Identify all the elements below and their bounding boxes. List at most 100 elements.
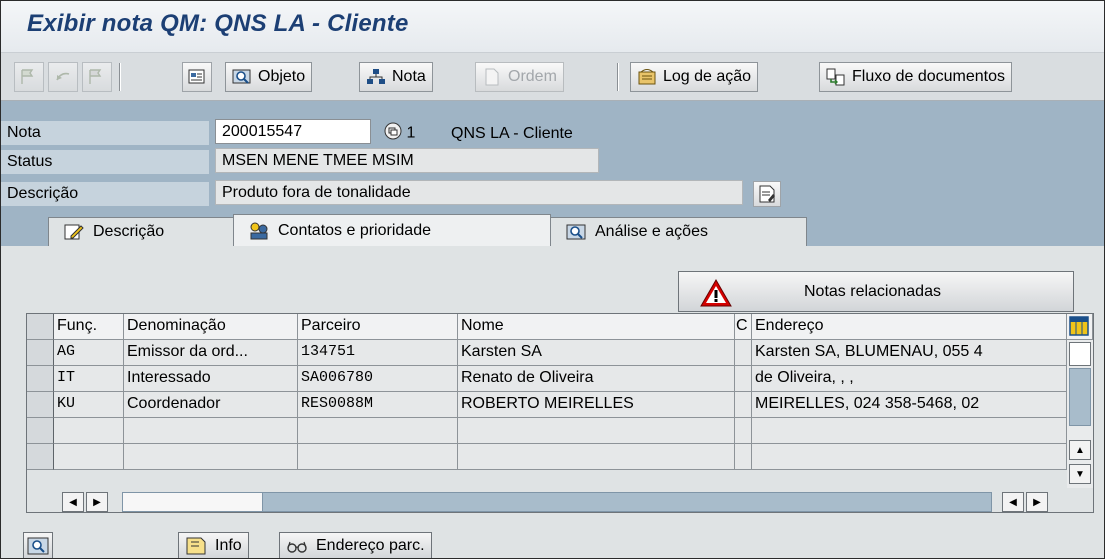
- column-header-nome[interactable]: Nome: [458, 314, 735, 340]
- table-cell[interactable]: KU: [54, 392, 124, 418]
- status-field-label: Status: [1, 150, 209, 175]
- complete-flag-icon[interactable]: [82, 62, 112, 92]
- horizontal-scroll-thumb[interactable]: [123, 493, 263, 511]
- table-row[interactable]: IT Interessado SA006780 Renato de Olivei…: [27, 366, 1093, 392]
- display-object-icon[interactable]: [182, 62, 212, 92]
- row-selector[interactable]: [27, 340, 54, 366]
- warning-icon: [699, 278, 733, 308]
- column-scroll-right-icon[interactable]: ▶: [1026, 492, 1048, 512]
- application-toolbar: Objeto Nota Ordem Log de ação Fluxo de d…: [1, 53, 1104, 101]
- table-cell[interactable]: [298, 418, 458, 444]
- tab-analise-label: Análise e ações: [595, 223, 708, 240]
- flag-icon[interactable]: [14, 62, 44, 92]
- nota-description: QNS LA - Cliente: [451, 125, 573, 142]
- magnifier-icon: [27, 536, 49, 556]
- objeto-button[interactable]: Objeto: [225, 62, 313, 92]
- horizontal-scrollbar[interactable]: [122, 492, 992, 512]
- table-cell[interactable]: Karsten SA: [458, 340, 735, 366]
- scroll-up-icon[interactable]: ▲: [1069, 440, 1091, 460]
- notas-relacionadas-button[interactable]: Notas relacionadas: [678, 271, 1074, 312]
- column-header-c[interactable]: C: [735, 314, 752, 340]
- table-settings-icon[interactable]: [1067, 314, 1093, 340]
- scroll-left-icon[interactable]: ◀: [62, 492, 84, 512]
- row-selector[interactable]: [27, 444, 54, 470]
- log-label: Log de ação: [663, 68, 752, 85]
- table-cell[interactable]: Karsten SA, BLUMENAU, 055 4: [752, 340, 1067, 366]
- table-cell[interactable]: [735, 392, 752, 418]
- status-field: MSEN MENE TMEE MSIM: [215, 148, 599, 173]
- table-cell[interactable]: Coordenador: [124, 392, 298, 418]
- table-cell[interactable]: IT: [54, 366, 124, 392]
- table-cell[interactable]: 134751: [298, 340, 458, 366]
- table-cell[interactable]: MEIRELLES, 024 358-5468, 02: [752, 392, 1067, 418]
- tab-contatos-prioridade[interactable]: Contatos e prioridade: [233, 214, 551, 247]
- table-cell[interactable]: [735, 418, 752, 444]
- vertical-scroll-thumb[interactable]: [1069, 368, 1091, 426]
- title-bar: Exibir nota QM: QNS LA - Cliente: [1, 1, 1104, 53]
- magnifier-icon: [232, 67, 252, 87]
- nota-number-field[interactable]: 200015547: [215, 119, 371, 144]
- table-cell[interactable]: AG: [54, 340, 124, 366]
- column-header-funcao[interactable]: Funç.: [54, 314, 124, 340]
- sap-window: Exibir nota QM: QNS LA - Cliente Objeto …: [0, 0, 1105, 559]
- column-header-parceiro[interactable]: Parceiro: [298, 314, 458, 340]
- table-row[interactable]: AG Emissor da ord... 134751 Karsten SA K…: [27, 340, 1093, 366]
- table-cell[interactable]: [735, 340, 752, 366]
- table-cell[interactable]: RES0088M: [298, 392, 458, 418]
- nota-field-label: Nota: [1, 121, 209, 146]
- table-cell[interactable]: [458, 444, 735, 470]
- window-title: Exibir nota QM: QNS LA - Cliente: [27, 10, 409, 37]
- table-cell[interactable]: [735, 444, 752, 470]
- ordem-button[interactable]: Ordem: [475, 62, 564, 92]
- nota-label: Nota: [392, 68, 426, 85]
- table-cell[interactable]: [735, 366, 752, 392]
- toolbar-separator: [617, 63, 619, 91]
- vertical-scrollbar[interactable]: ▲ ▼: [1067, 340, 1093, 488]
- column-header-endereco[interactable]: Endereço: [752, 314, 1067, 340]
- table-cell[interactable]: [54, 418, 124, 444]
- log-icon: [637, 67, 657, 87]
- table-cell[interactable]: Renato de Oliveira: [458, 366, 735, 392]
- row-selector[interactable]: [27, 366, 54, 392]
- table-cell[interactable]: [752, 444, 1067, 470]
- document-flow-icon: [826, 67, 846, 87]
- tab-descricao[interactable]: Descrição: [48, 217, 234, 246]
- magnifier-icon: [565, 222, 587, 242]
- toolbar-separator: [119, 63, 121, 91]
- undo-flag-icon[interactable]: [48, 62, 78, 92]
- endereco-parc-button[interactable]: Endereço parc.: [279, 532, 432, 558]
- table-cell[interactable]: SA006780: [298, 366, 458, 392]
- select-all-cell[interactable]: [27, 314, 54, 340]
- table-cell[interactable]: Emissor da ord...: [124, 340, 298, 366]
- table-cell[interactable]: [298, 444, 458, 470]
- column-header-denominacao[interactable]: Denominação: [124, 314, 298, 340]
- detail-button[interactable]: [23, 532, 53, 558]
- tab-analise-acoes[interactable]: Análise e ações: [550, 217, 807, 246]
- nota-item-indicator[interactable]: 1: [384, 122, 415, 145]
- table-cell[interactable]: [458, 418, 735, 444]
- log-de-acao-button[interactable]: Log de ação: [630, 62, 759, 92]
- table-cell[interactable]: Interessado: [124, 366, 298, 392]
- fluxo-documentos-button[interactable]: Fluxo de documentos: [819, 62, 1012, 92]
- scroll-track-top: [1069, 342, 1091, 366]
- row-selector[interactable]: [27, 392, 54, 418]
- table-row[interactable]: KU Coordenador RES0088M ROBERTO MEIRELLE…: [27, 392, 1093, 418]
- glasses-icon: [286, 536, 308, 556]
- table-cell[interactable]: [124, 444, 298, 470]
- table-cell[interactable]: [752, 418, 1067, 444]
- nota-button[interactable]: Nota: [359, 62, 433, 92]
- long-text-icon[interactable]: [753, 181, 781, 207]
- table-cell[interactable]: de Oliveira, , ,: [752, 366, 1067, 392]
- row-selector[interactable]: [27, 418, 54, 444]
- table-cell[interactable]: ROBERTO MEIRELLES: [458, 392, 735, 418]
- info-button[interactable]: Info: [178, 532, 249, 558]
- table-cell[interactable]: [124, 418, 298, 444]
- table-row[interactable]: [27, 418, 1093, 444]
- table-cell[interactable]: [54, 444, 124, 470]
- notas-relacionadas-label: Notas relacionadas: [804, 283, 941, 300]
- table-row[interactable]: [27, 444, 1093, 470]
- scroll-right-icon[interactable]: ▶: [86, 492, 108, 512]
- column-scroll-left-icon[interactable]: ◀: [1002, 492, 1024, 512]
- tab-contatos-label: Contatos e prioridade: [278, 222, 431, 239]
- scroll-down-icon[interactable]: ▼: [1069, 464, 1091, 484]
